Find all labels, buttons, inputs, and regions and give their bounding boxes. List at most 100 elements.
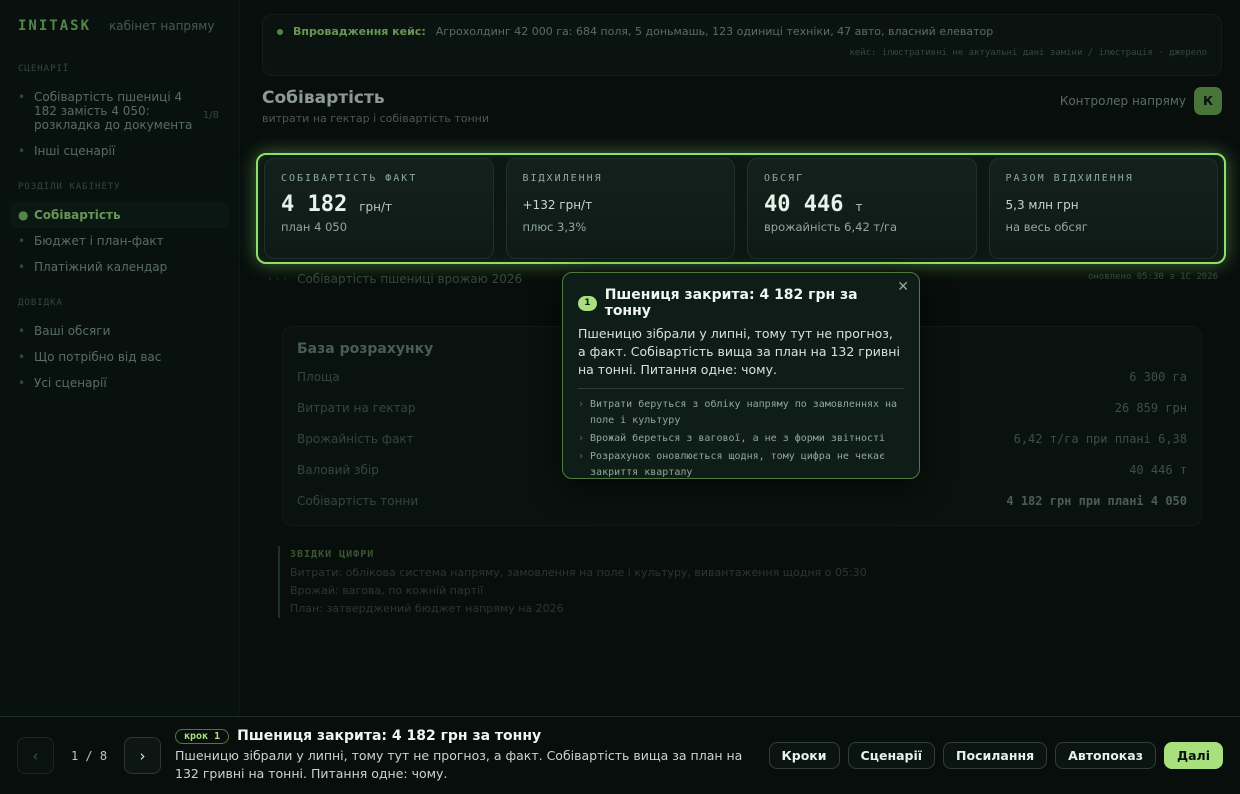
kpi-volume: ОБСЯГ 40 446 т врожайність 6,42 т/га: [747, 158, 977, 259]
chevron-right-icon: ›: [578, 451, 585, 462]
next-step-button[interactable]: ›: [124, 737, 161, 774]
account-label: Контролер напряму: [1059, 94, 1186, 108]
step-counter: 1 / 8: [70, 748, 108, 763]
banner-key: Впровадження кейс:: [293, 25, 426, 38]
close-icon[interactable]: ✕: [897, 279, 909, 295]
bullet-icon: ●: [18, 208, 29, 222]
section-updated: оновлено 05:30 з 1С 2026: [1087, 272, 1218, 282]
account-menu[interactable]: Контролер напряму К: [1060, 87, 1222, 115]
divider: [578, 388, 904, 389]
popover-bullet-text: Врожай береться з вагової, а не з форми …: [590, 433, 886, 444]
bullet-icon: •: [18, 90, 26, 104]
kpi-cost-fact: СОБІВАРТІСТЬ ФАКТ 4 182 грн/т план 4 050: [264, 158, 494, 259]
sidebar-item-all-scenarios[interactable]: • Усі сценарії: [10, 370, 229, 396]
steps-button[interactable]: Кроки: [768, 742, 840, 769]
kpi-unit: грн/т: [359, 200, 393, 214]
kpi-sub: плюс 3,3%: [522, 220, 587, 234]
sources-block: ЗВІДКИ ЦИФРИ Витрати: облікова система н…: [278, 546, 867, 618]
tour-step-title: Пшениця закрита: 4 182 грн за тонну: [237, 728, 542, 744]
calc-row-label: Врожайність факт: [297, 432, 414, 446]
sources-title: ЗВІДКИ ЦИФРИ: [290, 549, 375, 560]
tour-step-info: крок 1 Пшениця закрита: 4 182 грн за тон…: [175, 728, 765, 783]
scenarios-button[interactable]: Сценарії: [847, 742, 936, 769]
popover-title: Пшениця закрита: 4 182 грн за тонну: [604, 287, 858, 319]
bullet-icon: •: [18, 324, 26, 338]
sidebar-item-budget[interactable]: • Бюджет і план-факт: [10, 228, 229, 254]
sidebar-item-label: Собівартість: [34, 208, 121, 222]
kpi-unit: т: [855, 200, 863, 214]
sidebar-heading-help: ДОВІДКА: [18, 298, 63, 308]
sidebar-heading-sections: РОЗДІЛИ КАБІНЕТУ: [18, 182, 121, 192]
kpi-label: РАЗОМ ВІДХИЛЕННЯ: [1005, 173, 1134, 184]
brand-subtitle: кабінет напряму: [109, 19, 215, 33]
calc-row-label: Валовий збір: [297, 463, 379, 477]
calc-row: Собівартість тонни 4 182 грн при плані 4…: [297, 494, 1187, 512]
kpi-value: 40 446: [764, 192, 844, 217]
main-content: Впровадження кейс: Агрохолдинг 42 000 га…: [262, 14, 1222, 144]
page-subtitle: витрати на гектар і собівартість тонни: [262, 112, 490, 125]
sidebar-item-cost[interactable]: ● Собівартість: [10, 202, 229, 228]
tour-popover: ✕ 1 Пшениця закрита: 4 182 грн за тонну …: [562, 272, 920, 479]
section-dots: · · ·: [268, 272, 288, 286]
brand: INITASK кабінет напряму: [10, 18, 229, 34]
bullet-icon: •: [18, 144, 26, 158]
sidebar-item-other-scenarios[interactable]: • Інші сценарії: [10, 138, 229, 164]
sidebar-item-label: Що потрібно від вас: [34, 350, 162, 364]
chevron-right-icon: ›: [578, 399, 585, 410]
kpi-sub: на весь обсяг: [1005, 220, 1088, 234]
next-button[interactable]: Далі: [1163, 742, 1223, 769]
kpi-label: СОБІВАРТІСТЬ ФАКТ: [281, 173, 418, 184]
calc-row-label: Площа: [297, 370, 340, 384]
tour-bar: ‹ 1 / 8 › крок 1 Пшениця закрита: 4 182 …: [0, 716, 1240, 794]
popover-body: Пшеницю зібрали у липні, тому тут не про…: [578, 326, 900, 377]
sidebar-item-payment-calendar[interactable]: • Платіжний календар: [10, 254, 229, 280]
links-button[interactable]: Посилання: [943, 742, 1048, 769]
popover-bullet-text: Розрахунок оновлюється щодня, тому цифра…: [590, 451, 886, 478]
sidebar-item-wheat-scenario[interactable]: • Собівартість пшениці 4 182 замість 4 0…: [10, 84, 229, 138]
sidebar-item-label: Усі сценарії: [34, 376, 107, 390]
status-dot-icon: [277, 28, 283, 35]
bullet-icon: •: [18, 350, 26, 364]
sidebar-item-label: Інші сценарії: [34, 144, 116, 158]
kpi-sub: план 4 050: [281, 220, 348, 234]
kpi-value: 4 182: [281, 192, 348, 217]
page-title: Собівартість: [262, 88, 385, 108]
banner-value: Агрохолдинг 42 000 га: 684 поля, 5 доньм…: [435, 25, 994, 38]
tour-actions: Кроки Сценарії Посилання Автопоказ Далі: [768, 742, 1223, 769]
sidebar-item-label: Платіжний календар: [34, 260, 168, 274]
case-banner: Впровадження кейс: Агрохолдинг 42 000 га…: [262, 14, 1222, 76]
kpi-value: +132 грн/т: [522, 198, 593, 212]
avatar[interactable]: К: [1194, 87, 1222, 115]
popover-bullet-text: Витрати беруться з обліку напряму по зам…: [590, 399, 898, 426]
calc-row-value: 26 859 грн: [1114, 401, 1187, 415]
prev-step-button[interactable]: ‹: [17, 737, 54, 774]
chevron-right-icon: ›: [578, 433, 585, 444]
calc-row-label: Витрати на гектар: [297, 401, 416, 415]
sidebar-heading-scenarios: СЦЕНАРІЇ: [18, 64, 70, 74]
tour-step-description: Пшеницю зібрали у липні, тому тут не про…: [175, 748, 743, 781]
sources-line: Витрати: облікова система напряму, замов…: [290, 566, 867, 579]
sources-line: План: затверджений бюджет напряму на 202…: [290, 602, 564, 615]
brand-logo[interactable]: INITASK: [18, 18, 91, 34]
autoplay-button[interactable]: Автопоказ: [1055, 742, 1156, 769]
section-title: Собівартість пшениці врожаю 2026: [297, 272, 523, 286]
step-number-badge: 1: [578, 295, 597, 311]
bullet-icon: •: [18, 376, 26, 390]
kpi-label: ВІДХИЛЕННЯ: [522, 173, 603, 184]
calc-row-label: Собівартість тонни: [297, 494, 419, 508]
bullet-icon: •: [18, 234, 26, 248]
sidebar-item-volumes[interactable]: • Ваші обсяги: [10, 318, 229, 344]
kpi-total-deviation: РАЗОМ ВІДХИЛЕННЯ 5,3 млн грн на весь обс…: [988, 158, 1218, 259]
banner-note: кейс: ілюстративні не актуальні дані зам…: [849, 48, 1207, 58]
step-pill: крок 1: [175, 728, 230, 744]
popover-bullet: › Розрахунок оновлюється щодня, тому циф…: [578, 449, 904, 481]
sidebar-item-label: Собівартість пшениці 4 182 замість 4 050…: [34, 90, 193, 132]
kpi-sub: врожайність 6,42 т/га: [764, 220, 898, 234]
kpi-deviation: ВІДХИЛЕННЯ +132 грн/т плюс 3,3%: [505, 158, 735, 259]
highlighted-kpi-row: СОБІВАРТІСТЬ ФАКТ 4 182 грн/т план 4 050…: [256, 153, 1226, 264]
page-header: Собівартість витрати на гектар і собівар…: [262, 87, 1222, 144]
sidebar-item-count: 1/8: [202, 110, 219, 121]
bullet-icon: •: [18, 260, 26, 274]
sidebar-item-requirements[interactable]: • Що потрібно від вас: [10, 344, 229, 370]
popover-bullet: › Врожай береться з вагової, а не з форм…: [578, 431, 904, 447]
